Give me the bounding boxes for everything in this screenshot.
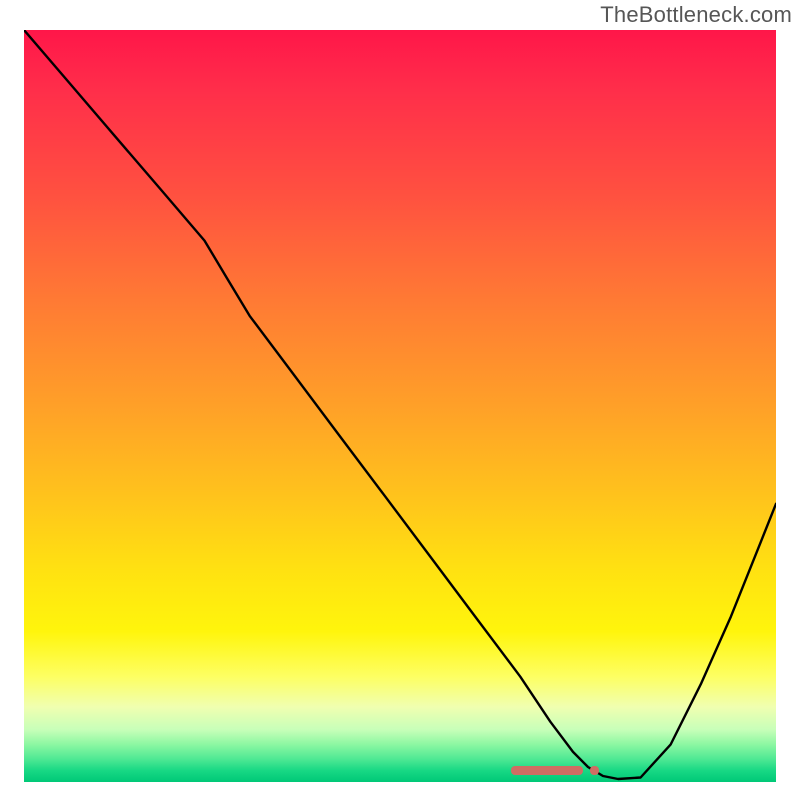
trough-marker-dot (590, 766, 599, 775)
chart-curve (24, 30, 776, 782)
trough-marker (511, 766, 583, 775)
watermark-text: TheBottleneck.com (600, 2, 792, 28)
chart-area (24, 30, 776, 782)
